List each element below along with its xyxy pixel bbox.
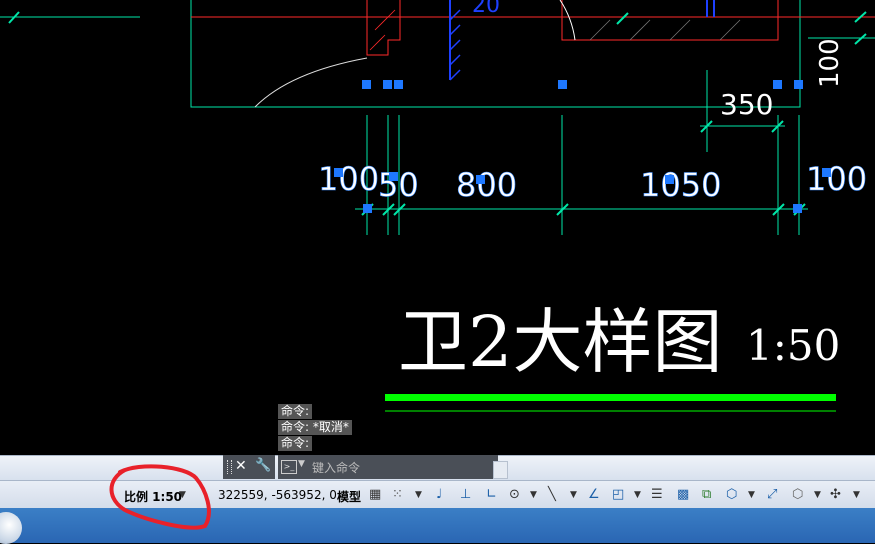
pipe-hatch-1 <box>449 9 461 21</box>
fixture-outline <box>561 0 779 41</box>
grip-point[interactable] <box>476 175 485 184</box>
dimension-text-100-left: 100 <box>318 160 379 198</box>
polar-icon[interactable]: ⊥ <box>460 487 471 503</box>
command-prompt-icon[interactable]: >_ <box>281 460 297 474</box>
dimension-text-20: 20 <box>472 0 500 18</box>
close-icon[interactable]: ✕ <box>235 458 247 474</box>
door-wall-hatch-2 <box>374 9 396 31</box>
grip-point[interactable] <box>334 168 343 177</box>
chevron-down-icon[interactable]: ▼ <box>179 487 186 503</box>
coordinate-readout: 322559, -563952, 0 <box>218 488 337 502</box>
snap-icon[interactable]: ⁙ <box>392 487 403 503</box>
selection-cycling-icon[interactable]: ☰ <box>651 487 663 503</box>
status-bar: 比例 1:50 ▼ 322559, -563952, 0 模型 ▦ ⁙ ▼ ♩ … <box>0 480 875 509</box>
grip-point[interactable] <box>394 80 403 89</box>
dimension-text-50: 50 <box>378 166 419 204</box>
fixture-hatch-2 <box>629 19 651 41</box>
pipe-hatch-5 <box>449 69 461 81</box>
grip-point[interactable] <box>822 168 831 177</box>
3d-osnap-icon[interactable]: ▩ <box>677 487 689 503</box>
cad-drawing-area[interactable]: 20 100 350 100 50 800 1050 100 卫2大样图 1:5… <box>0 0 875 455</box>
command-line-tools: ✕ 🔧 <box>223 455 275 479</box>
transparency-icon[interactable]: ◰ <box>612 487 624 503</box>
drawing-title: 卫2大样图 <box>398 301 723 383</box>
grid-icon[interactable]: ▦ <box>369 487 381 503</box>
fixture-hatch-3 <box>669 19 691 41</box>
ducs-icon[interactable]: ╲ <box>548 487 556 503</box>
grip-point[interactable] <box>362 80 371 89</box>
box-icon[interactable]: ⬡ <box>792 487 803 503</box>
grip-point[interactable] <box>383 80 392 89</box>
dimension-text-1050: 1050 <box>640 166 721 204</box>
command-scrollbar[interactable] <box>493 461 508 479</box>
start-button[interactable] <box>0 512 22 544</box>
gizmo-icon[interactable]: ✣ <box>830 487 841 503</box>
grip-point[interactable] <box>389 172 398 181</box>
door-wall <box>366 0 401 56</box>
chevron-down-icon[interactable]: ▼ <box>634 487 641 503</box>
grip-point[interactable] <box>773 80 782 89</box>
osnap-icon[interactable]: ∟ <box>486 487 497 503</box>
lineweight-icon[interactable]: ∠ <box>588 487 600 503</box>
grip-point[interactable] <box>793 204 802 213</box>
dimension-text-350: 350 <box>720 88 773 121</box>
grip-point[interactable] <box>665 175 674 184</box>
chevron-down-icon[interactable]: ▼ <box>415 487 422 503</box>
door-wall-hatch-1 <box>369 34 386 51</box>
chevron-down-icon[interactable]: ▼ <box>530 487 537 503</box>
model-space-button[interactable]: 模型 <box>337 488 361 505</box>
dimension-text-100-vertical: 100 <box>815 38 845 88</box>
drawing-scale: 1:50 <box>746 321 840 370</box>
wrench-icon[interactable]: 🔧 <box>255 458 271 473</box>
tick-top-mid <box>616 12 629 25</box>
pipe-hatch-2 <box>449 24 461 36</box>
fixture-hatch-4 <box>719 19 741 41</box>
ortho-icon[interactable]: ♩ <box>436 487 442 503</box>
dynamic-ucs-icon[interactable]: ⤢ <box>767 487 777 503</box>
annotation-scale[interactable]: 比例 1:50 <box>124 488 182 505</box>
command-input-placeholder: 键入命令 <box>312 461 361 475</box>
grip-point[interactable] <box>558 80 567 89</box>
pipe-hatch-3 <box>449 39 461 51</box>
windows-taskbar <box>0 508 875 544</box>
title-underline-thick <box>385 394 836 401</box>
command-history-line: 命令: <box>278 436 313 451</box>
command-history-line: 命令: *取消* <box>278 420 352 435</box>
fixture-hatch-1 <box>589 19 611 41</box>
pipe-hatch-4 <box>449 54 461 66</box>
chevron-down-icon[interactable]: ▼ <box>748 487 755 503</box>
command-input[interactable]: >_ ▼ 键入命令 <box>278 455 498 479</box>
dimension-text-100-right: 100 <box>806 160 867 198</box>
drag-handle[interactable] <box>227 460 232 474</box>
grip-point[interactable] <box>794 80 803 89</box>
dimension-text-800: 800 <box>456 166 517 204</box>
view-cube-icon[interactable]: ⬡ <box>726 487 737 503</box>
command-history-line: 命令: <box>278 404 313 419</box>
chevron-down-icon[interactable]: ▼ <box>570 487 577 503</box>
grip-point[interactable] <box>363 204 372 213</box>
otrack-icon[interactable]: ⊙ <box>509 487 520 503</box>
tick-top-right-2 <box>854 33 867 45</box>
ucs-icon[interactable]: ⧉ <box>702 487 711 503</box>
chevron-down-icon[interactable]: ▼ <box>298 459 305 469</box>
door-swing-arc <box>254 57 368 108</box>
chevron-down-icon[interactable]: ▼ <box>853 487 860 503</box>
chevron-down-icon[interactable]: ▼ <box>814 487 821 503</box>
